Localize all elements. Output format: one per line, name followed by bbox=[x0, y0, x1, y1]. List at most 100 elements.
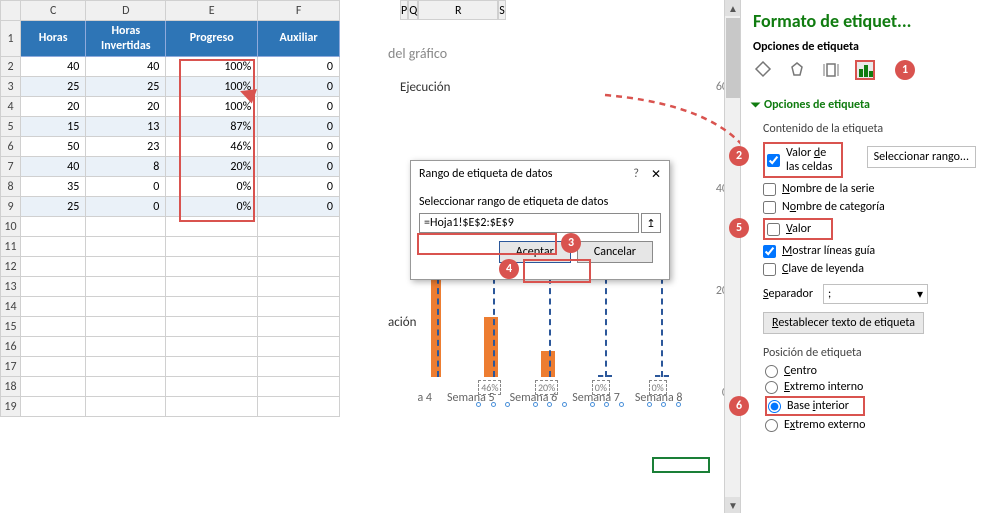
pane-title: Formato de etiquet... bbox=[753, 10, 976, 32]
row-header[interactable]: 9 bbox=[1, 197, 21, 217]
row-header[interactable]: 2 bbox=[1, 57, 21, 77]
fill-icon[interactable] bbox=[753, 60, 773, 80]
cell[interactable]: 0 bbox=[258, 197, 340, 217]
col-header-R[interactable]: R bbox=[418, 0, 498, 20]
row-header[interactable]: 17 bbox=[1, 357, 21, 377]
range-picker-icon[interactable]: ↥ bbox=[641, 213, 661, 233]
cell[interactable]: 40 bbox=[21, 57, 86, 77]
chart-title[interactable]: del gráfico bbox=[388, 45, 710, 62]
cell[interactable]: 0 bbox=[258, 157, 340, 177]
row-header[interactable]: 12 bbox=[1, 257, 21, 277]
reset-label-text-button[interactable]: Restablecer texto de etiqueta bbox=[763, 312, 924, 334]
cell[interactable]: 20% bbox=[166, 157, 258, 177]
cell[interactable]: 0 bbox=[86, 177, 166, 197]
cell[interactable]: 50 bbox=[21, 137, 86, 157]
grid[interactable]: C D E F 1 Horas Horas Invertidas Progres… bbox=[0, 0, 340, 417]
col-header-Q[interactable]: Q bbox=[408, 0, 418, 20]
pane-subtitle[interactable]: Opciones de etiqueta bbox=[753, 40, 976, 54]
row-header[interactable]: 10 bbox=[1, 217, 21, 237]
cell[interactable]: 13 bbox=[86, 117, 166, 137]
corner-cell[interactable] bbox=[1, 1, 21, 21]
chk-nombre-categoria[interactable]: Nombre de categoría bbox=[763, 200, 976, 214]
cell[interactable]: 0 bbox=[86, 197, 166, 217]
cell[interactable]: 87% bbox=[166, 117, 258, 137]
options-group-title[interactable]: Opciones de etiqueta bbox=[753, 98, 976, 112]
range-input[interactable] bbox=[419, 213, 639, 233]
effects-icon[interactable] bbox=[787, 60, 807, 80]
chk-lineas-guia[interactable]: Mostrar líneas guía bbox=[763, 244, 976, 258]
cell[interactable]: 0 bbox=[258, 77, 340, 97]
cell[interactable]: 35 bbox=[21, 177, 86, 197]
col-header-S[interactable]: S bbox=[498, 0, 506, 20]
row-header[interactable]: 16 bbox=[1, 337, 21, 357]
cell[interactable]: 15 bbox=[21, 117, 86, 137]
cell[interactable]: 100% bbox=[166, 57, 258, 77]
row-header[interactable]: 19 bbox=[1, 397, 21, 417]
cell[interactable]: 40 bbox=[86, 57, 166, 77]
scroll-down-icon[interactable]: ▼ bbox=[725, 497, 740, 513]
row-header[interactable]: 11 bbox=[1, 237, 21, 257]
cell[interactable]: 0 bbox=[258, 97, 340, 117]
chk-valor-celdas[interactable]: Valor delas celdas bbox=[763, 142, 843, 178]
position-section-label: Posición de etiqueta bbox=[763, 346, 976, 360]
vertical-scrollbar[interactable]: ▲ ▼ bbox=[724, 0, 740, 513]
row-header[interactable]: 18 bbox=[1, 377, 21, 397]
help-icon[interactable]: ? bbox=[633, 167, 639, 181]
cell[interactable]: 20 bbox=[21, 97, 86, 117]
radio-base-interior[interactable]: Base interior bbox=[765, 396, 865, 416]
bar[interactable]: 20% bbox=[541, 351, 555, 377]
radio-centro[interactable]: Centro bbox=[765, 364, 976, 378]
separator-dropdown[interactable]: ;▾ bbox=[823, 284, 928, 304]
row-header[interactable]: 15 bbox=[1, 317, 21, 337]
select-range-button[interactable]: Seleccionar rango... bbox=[867, 146, 976, 168]
radio-extremo-externo[interactable]: Extremo externo bbox=[765, 418, 976, 432]
size-icon[interactable] bbox=[821, 60, 841, 80]
radio-extremo-interno[interactable]: Extremo interno bbox=[765, 380, 976, 394]
header-progreso: Progreso bbox=[166, 21, 258, 57]
badge-6: 6 bbox=[729, 396, 749, 416]
x-axis-labels: a 4Semana 5Semana 6Semana 7Semana 8 bbox=[410, 391, 690, 405]
row-header-1[interactable]: 1 bbox=[1, 21, 21, 57]
row-header[interactable]: 3 bbox=[1, 77, 21, 97]
row-header[interactable]: 5 bbox=[1, 117, 21, 137]
cancel-button[interactable]: Cancelar bbox=[577, 241, 653, 263]
row-header[interactable]: 13 bbox=[1, 277, 21, 297]
row-header[interactable]: 14 bbox=[1, 297, 21, 317]
cell[interactable]: 25 bbox=[21, 197, 86, 217]
bar[interactable]: 0% bbox=[655, 375, 669, 377]
cell[interactable]: 46% bbox=[166, 137, 258, 157]
chk-nombre-serie[interactable]: Nombre de la serie bbox=[763, 182, 976, 196]
col-header-C[interactable]: C bbox=[21, 1, 86, 21]
chk-clave-leyenda[interactable]: Clave de leyenda bbox=[763, 262, 976, 276]
cell[interactable]: 0 bbox=[258, 57, 340, 77]
cell[interactable]: 100% bbox=[166, 97, 258, 117]
cell[interactable]: 20 bbox=[86, 97, 166, 117]
bar[interactable]: 0% bbox=[598, 375, 612, 377]
cell[interactable]: 0 bbox=[258, 137, 340, 157]
cell[interactable]: 40 bbox=[21, 157, 86, 177]
row-header[interactable]: 6 bbox=[1, 137, 21, 157]
row-header[interactable]: 7 bbox=[1, 157, 21, 177]
bar[interactable]: 46% bbox=[484, 317, 498, 377]
chart-options-icon[interactable] bbox=[855, 60, 875, 80]
col-header-F[interactable]: F bbox=[258, 1, 340, 21]
cell[interactable]: 0 bbox=[258, 177, 340, 197]
cell[interactable]: 25 bbox=[86, 77, 166, 97]
col-header-D[interactable]: D bbox=[86, 1, 166, 21]
cell[interactable]: 0% bbox=[166, 177, 258, 197]
cell[interactable]: 8 bbox=[86, 157, 166, 177]
chart-subtitle: Ejecución bbox=[400, 80, 710, 95]
scroll-up-icon[interactable]: ▲ bbox=[725, 0, 740, 16]
row-header[interactable]: 8 bbox=[1, 177, 21, 197]
scroll-thumb[interactable] bbox=[726, 18, 740, 98]
cell[interactable]: 0 bbox=[258, 117, 340, 137]
cell[interactable]: 25 bbox=[21, 77, 86, 97]
row-header[interactable]: 4 bbox=[1, 97, 21, 117]
cell[interactable]: 23 bbox=[86, 137, 166, 157]
cell[interactable]: 100% bbox=[166, 77, 258, 97]
col-header-E[interactable]: E bbox=[166, 1, 258, 21]
col-header-P[interactable]: P bbox=[400, 0, 408, 20]
cell[interactable]: 0% bbox=[166, 197, 258, 217]
chk-valor[interactable]: Valor bbox=[763, 218, 833, 240]
close-icon[interactable]: ✕ bbox=[651, 167, 661, 181]
